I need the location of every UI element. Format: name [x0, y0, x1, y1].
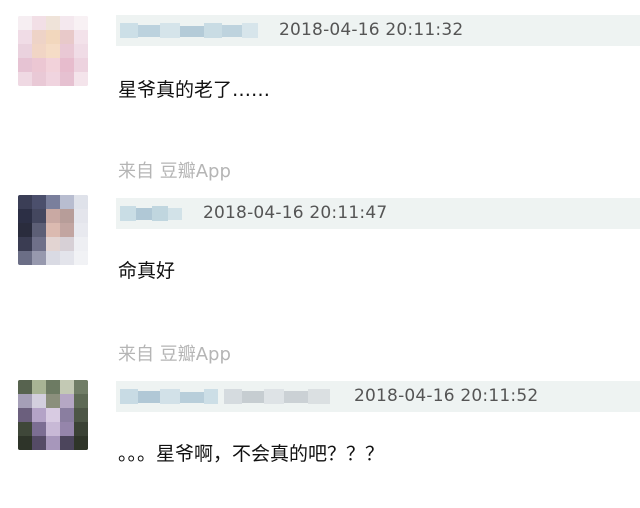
- comment-text: 星爷真的老了……: [118, 79, 271, 101]
- username-blurred-icon: [120, 206, 182, 221]
- comment-source: 来自 豆瓣App: [118, 161, 231, 182]
- avatar-image: [18, 16, 88, 86]
- comment-text: 命真好: [118, 260, 176, 282]
- comment-timestamp: 2018-04-16 20:11:52: [354, 386, 539, 406]
- comment-timestamp: 2018-04-16 20:11:47: [203, 203, 388, 223]
- avatar-image: [18, 380, 88, 450]
- comment-source: 来自 豆瓣App: [118, 344, 231, 365]
- comment-text: 。。。星爷啊，不会真的吧？？？: [118, 443, 385, 465]
- avatar-image: [18, 195, 88, 265]
- comment-meta: 2018-04-16 20:11:52: [116, 381, 640, 412]
- avatar[interactable]: [18, 195, 88, 265]
- username-blurred[interactable]: [120, 23, 258, 38]
- username-blurred[interactable]: [120, 206, 182, 221]
- username-blurred-icon: [120, 23, 258, 38]
- avatar[interactable]: [18, 380, 88, 450]
- comment-meta: 2018-04-16 20:11:47: [116, 198, 640, 229]
- avatar[interactable]: [18, 16, 88, 86]
- comment-meta: 2018-04-16 20:11:32: [116, 15, 640, 46]
- comment-timestamp: 2018-04-16 20:11:32: [279, 20, 464, 40]
- username-blurred[interactable]: [120, 389, 330, 404]
- username-blurred-icon: [120, 389, 330, 404]
